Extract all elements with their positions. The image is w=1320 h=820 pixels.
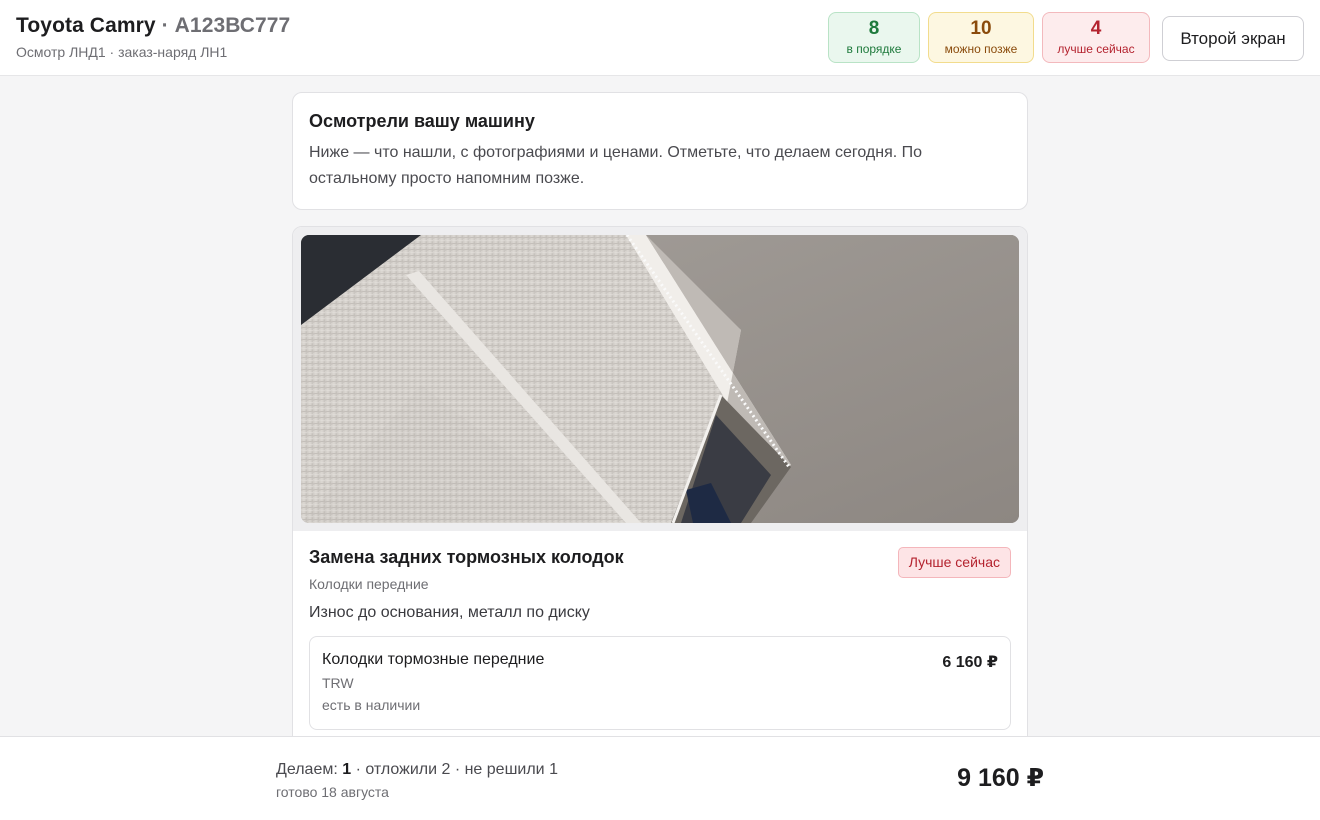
- inspection-photo[interactable]: [301, 235, 1019, 523]
- counter-now-number: 4: [1090, 18, 1102, 39]
- counter-later-label: можно позже: [944, 42, 1018, 56]
- recommendation-subtitle: Колодки передние: [309, 576, 429, 592]
- doing-count: 1: [342, 761, 352, 778]
- ready-date: готово 18 августа: [276, 784, 389, 800]
- recommendation-body: Замена задних тормозных колодок Колодки …: [293, 531, 1027, 730]
- second-screen-button[interactable]: Второй экран: [1162, 16, 1304, 61]
- doing-label: Делаем:: [276, 761, 343, 778]
- top-bar: Toyota Camry · А123ВС777 Осмотр ЛНД1 · з…: [0, 0, 1320, 76]
- recommendation-card: Замена задних тормозных колодок Колодки …: [292, 226, 1028, 746]
- summary-footer: Делаем: 1 · отложили 2 · не решили 1 гот…: [0, 736, 1320, 820]
- counter-now[interactable]: 4 лучше сейчас: [1042, 12, 1150, 63]
- photo-frame: [293, 227, 1027, 531]
- order-subtitle: Осмотр ЛНД1 · заказ-наряд ЛН1: [16, 44, 228, 60]
- intro-card: Осмотрели вашу машину Ниже — что нашли, …: [292, 92, 1028, 210]
- part-name: Колодки тормозные передние: [322, 651, 545, 668]
- status-counters: 8 в порядке 10 можно позже 4 лучше сейча…: [828, 12, 1150, 63]
- intro-text: Ниже — что нашли, с фотографиями и ценам…: [309, 144, 923, 187]
- counter-ok-number: 8: [868, 18, 880, 39]
- counter-ok-label: в порядке: [846, 42, 902, 56]
- counter-later[interactable]: 10 можно позже: [928, 12, 1034, 63]
- title-block: Toyota Camry · А123ВС777 Осмотр ЛНД1 · з…: [16, 14, 290, 60]
- part-brand: TRW: [322, 675, 354, 691]
- part-stock-status: есть в наличии: [322, 697, 421, 713]
- intro-title: Осмотрели вашу машину: [309, 111, 535, 131]
- counter-later-number: 10: [970, 18, 992, 39]
- counter-now-label: лучше сейчас: [1057, 42, 1135, 56]
- car-name: Toyota Camry: [16, 14, 156, 37]
- recommendation-description: Износ до основания, металл по диску: [309, 604, 590, 621]
- total-price: 9 160 ₽: [957, 764, 1044, 792]
- title-separator: ·: [155, 14, 175, 37]
- priority-badge: Лучше сейчас: [897, 547, 1011, 578]
- license-plate: А123ВС777: [174, 14, 291, 37]
- counter-ok[interactable]: 8 в порядке: [828, 12, 920, 63]
- part-row[interactable]: Колодки тормозные передние TRW есть в на…: [309, 636, 1011, 730]
- decision-summary: Делаем: 1 · отложили 2 · не решили 1: [276, 761, 558, 779]
- page-title: Toyota Camry · А123ВС777: [16, 14, 290, 38]
- decision-rest: · отложили 2 · не решили 1: [351, 761, 558, 778]
- part-price: 6 160 ₽: [942, 654, 998, 671]
- inspection-photo-image: [301, 235, 1019, 523]
